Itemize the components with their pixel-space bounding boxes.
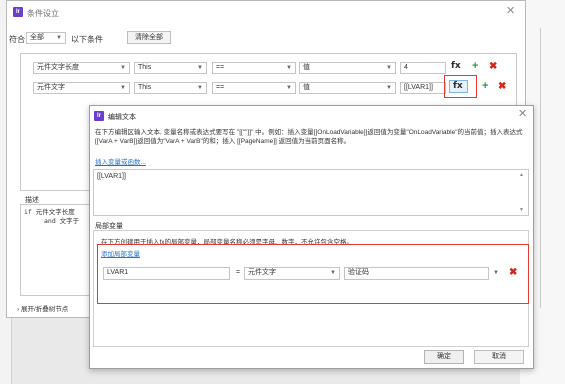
condition-target-value: 元件文字 <box>37 84 65 91</box>
local-var-type-value: 元件文字 <box>248 269 276 276</box>
condition-target-select[interactable]: 元件文字 ▼ <box>33 82 130 94</box>
chevron-down-icon: ▼ <box>386 85 392 91</box>
delete-icon[interactable]: ✖ <box>498 81 506 92</box>
description-box: if 元件文字长度 and 文字于 <box>20 204 100 296</box>
chevron-down-icon: ▼ <box>56 35 62 41</box>
local-var-equals: = <box>236 269 241 276</box>
chevron-down-icon: ▼ <box>330 270 336 276</box>
chevron-down-icon: ▼ <box>286 65 292 71</box>
clear-all-button[interactable]: 清除全部 <box>127 31 171 44</box>
condition-value-input[interactable]: 4 <box>400 62 446 74</box>
condition-dialog-titlebar: Ir 条件设立 ✕ <box>7 1 525 23</box>
chevron-right-icon: › <box>17 306 20 313</box>
delete-icon[interactable]: ✖ <box>489 61 497 72</box>
scroll-up-icon[interactable]: ▲ <box>519 172 524 178</box>
text-editor[interactable]: [[LVAR1]] ▲ ▼ <box>93 169 529 216</box>
app-logo-icon: Ir <box>13 7 23 17</box>
fx-icon[interactable]: fx <box>451 61 461 71</box>
condition-value-type-select[interactable]: 值 ▼ <box>299 62 396 74</box>
chevron-down-icon: ▼ <box>197 65 203 71</box>
instructions-text: 在下方编辑区输入文本, 变量名称或表达式要写在 "[[""]]" 中。例如：插入… <box>95 129 523 145</box>
add-icon[interactable]: + <box>472 61 478 72</box>
chevron-down-icon[interactable]: ▼ <box>493 270 499 276</box>
add-local-var-link[interactable]: 添加局部变量 <box>101 248 140 258</box>
local-var-type-select[interactable]: 元件文字 ▼ <box>244 267 340 280</box>
description-line-1: if 元件文字长度 <box>24 208 75 216</box>
match-suffix-label: 以下条件 <box>71 35 103 44</box>
condition-value-type-select[interactable]: 值 ▼ <box>299 82 396 94</box>
ok-button[interactable]: 确定 <box>424 350 464 364</box>
expand-collapse-link[interactable]: › 展开/折叠树节点 <box>17 303 68 313</box>
fx-button-active[interactable]: fx <box>449 80 468 93</box>
condition-dialog-title: 条件设立 <box>27 9 59 18</box>
app-logo-icon: Ir <box>94 111 104 121</box>
text-editor-content: [[LVAR1]] <box>97 173 126 180</box>
condition-value-type-value: 值 <box>303 84 310 91</box>
condition-object-value: This <box>138 64 152 71</box>
condition-object-select[interactable]: This ▼ <box>134 62 207 74</box>
condition-operator-select[interactable]: == ▼ <box>212 62 296 74</box>
edit-dialog-title: 编辑文本 <box>108 114 136 121</box>
close-icon[interactable]: ✕ <box>518 109 527 120</box>
cancel-button[interactable]: 取消 <box>474 350 524 364</box>
expand-collapse-label: 展开/折叠树节点 <box>20 306 69 313</box>
condition-object-value: This <box>138 84 152 91</box>
match-mode-select[interactable]: 全部 ▼ <box>26 32 66 44</box>
match-mode-value: 全部 <box>30 34 44 41</box>
condition-operator-value: == <box>216 84 225 91</box>
edit-text-dialog: Ir 编辑文本 ✕ 在下方编辑区输入文本, 变量名称或表达式要写在 "[[""]… <box>89 105 534 369</box>
condition-operator-select[interactable]: == ▼ <box>212 82 296 94</box>
insert-variable-link[interactable]: 插入变量或函数... <box>95 156 146 166</box>
chevron-down-icon: ▼ <box>286 85 292 91</box>
close-icon[interactable]: ✕ <box>506 6 515 17</box>
condition-target-select[interactable]: 元件文字长度 ▼ <box>33 62 130 74</box>
condition-value-type-value: 值 <box>303 64 310 71</box>
background-divider <box>540 28 541 308</box>
delete-icon[interactable]: ✖ <box>509 267 517 278</box>
scroll-down-icon[interactable]: ▼ <box>519 207 524 213</box>
condition-object-select[interactable]: This ▼ <box>134 82 207 94</box>
chevron-down-icon: ▼ <box>197 85 203 91</box>
condition-value-input[interactable]: [[LVAR1]] <box>400 82 446 94</box>
add-icon[interactable]: + <box>482 81 488 92</box>
condition-operator-value: == <box>216 64 225 71</box>
local-var-widget-input[interactable]: 验证码 <box>344 267 489 280</box>
chevron-down-icon: ▼ <box>386 65 392 71</box>
match-label: 符合 <box>9 35 25 44</box>
local-var-name-input[interactable]: LVAR1 <box>103 267 230 280</box>
chevron-down-icon: ▼ <box>120 65 126 71</box>
fx-icon: fx <box>453 81 463 91</box>
description-line-2: and 文字于 <box>44 217 80 225</box>
condition-target-value: 元件文字长度 <box>37 64 79 71</box>
chevron-down-icon: ▼ <box>120 85 126 91</box>
